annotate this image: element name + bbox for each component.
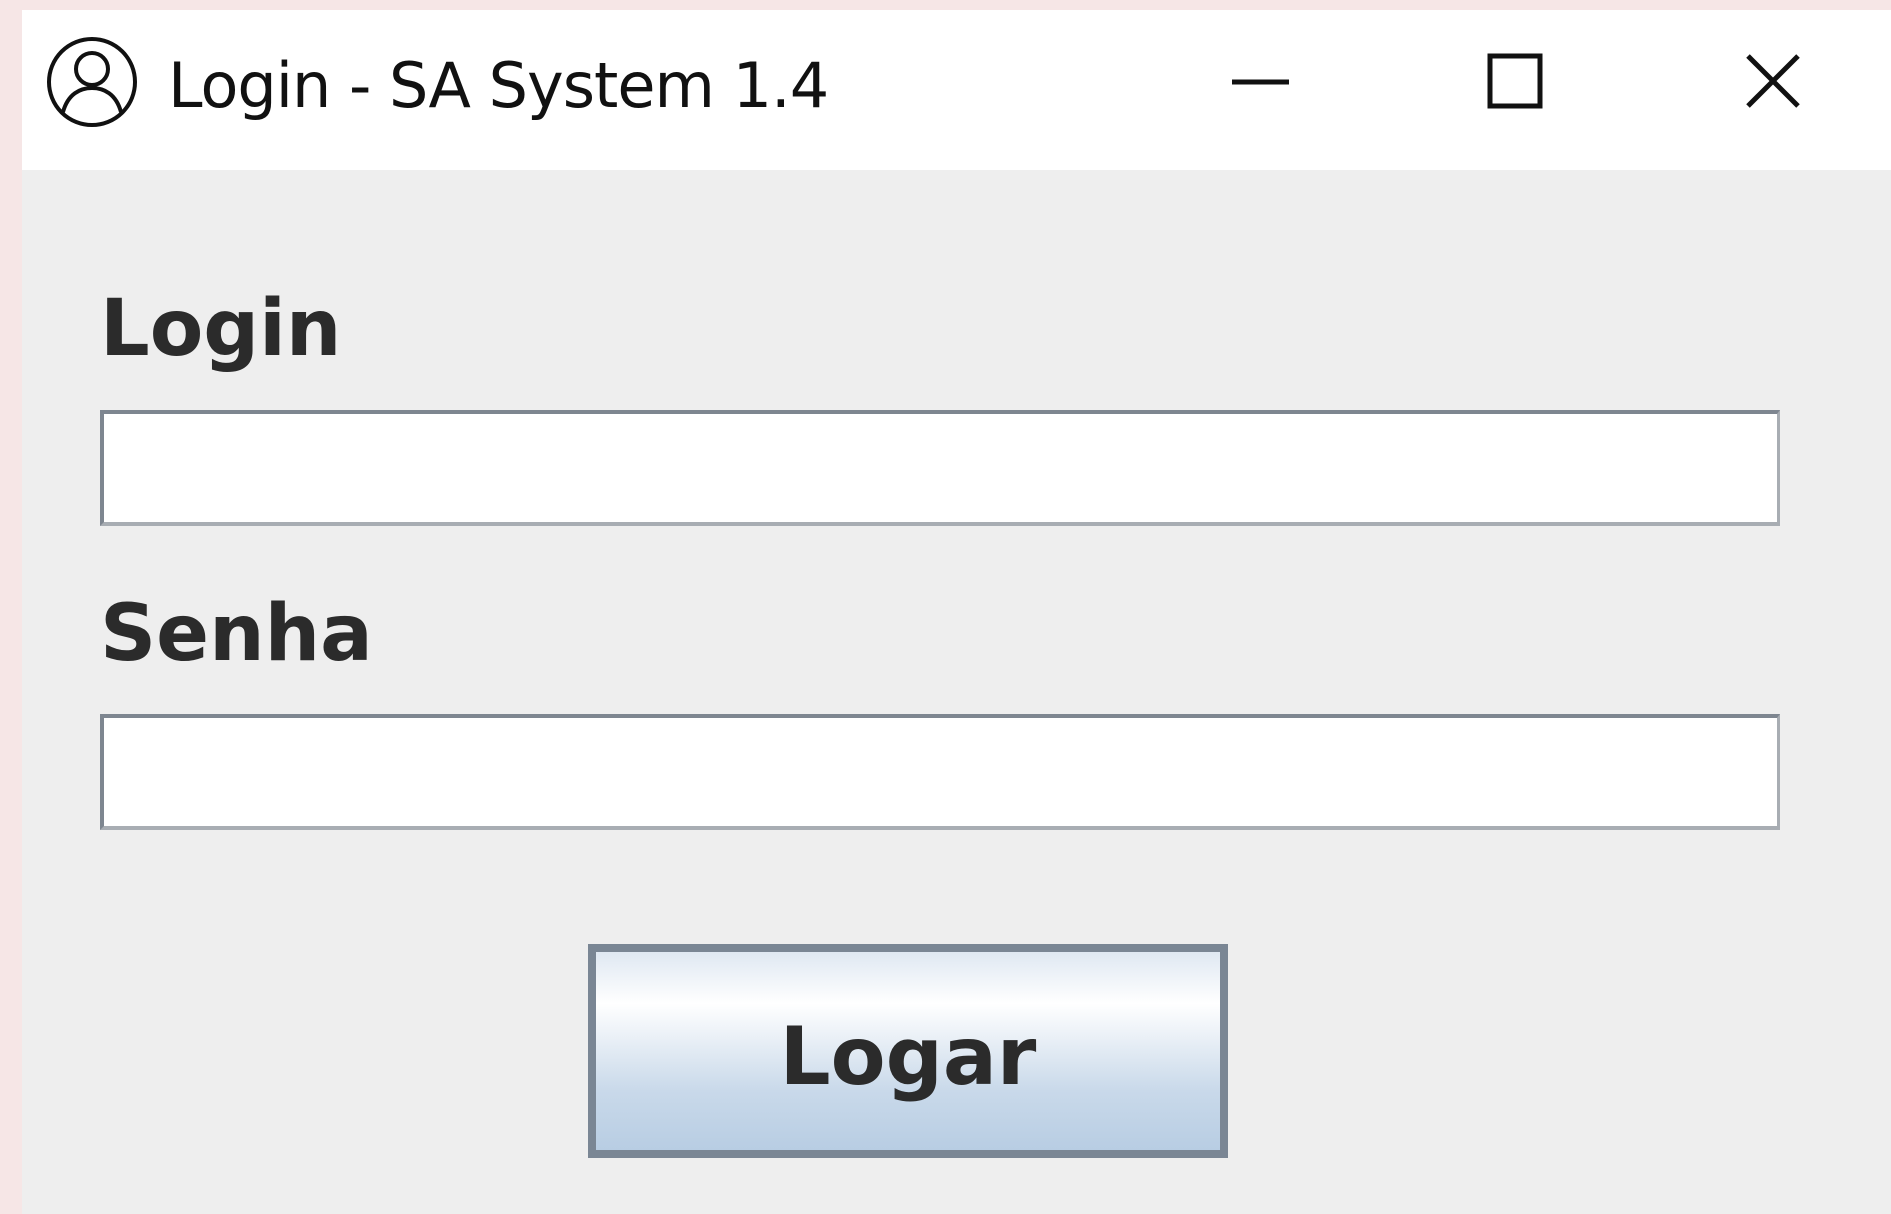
login-label: Login [100, 284, 342, 374]
minimize-button[interactable] [1182, 10, 1342, 170]
window-title: Login - SA System 1.4 [168, 49, 829, 122]
minimize-icon [1232, 79, 1289, 85]
close-button[interactable] [1695, 10, 1855, 170]
password-input[interactable] [100, 714, 1780, 830]
close-icon [1746, 54, 1800, 108]
login-input[interactable] [100, 410, 1780, 526]
login-window: Login - SA System 1.4 Login Senha Logar [22, 10, 1891, 1214]
maximize-icon [1487, 53, 1543, 109]
login-button[interactable]: Logar [588, 944, 1228, 1158]
maximize-button[interactable] [1438, 10, 1598, 170]
user-circle-icon [46, 36, 138, 128]
password-label: Senha [100, 589, 373, 679]
title-bar[interactable]: Login - SA System 1.4 [22, 10, 1891, 170]
